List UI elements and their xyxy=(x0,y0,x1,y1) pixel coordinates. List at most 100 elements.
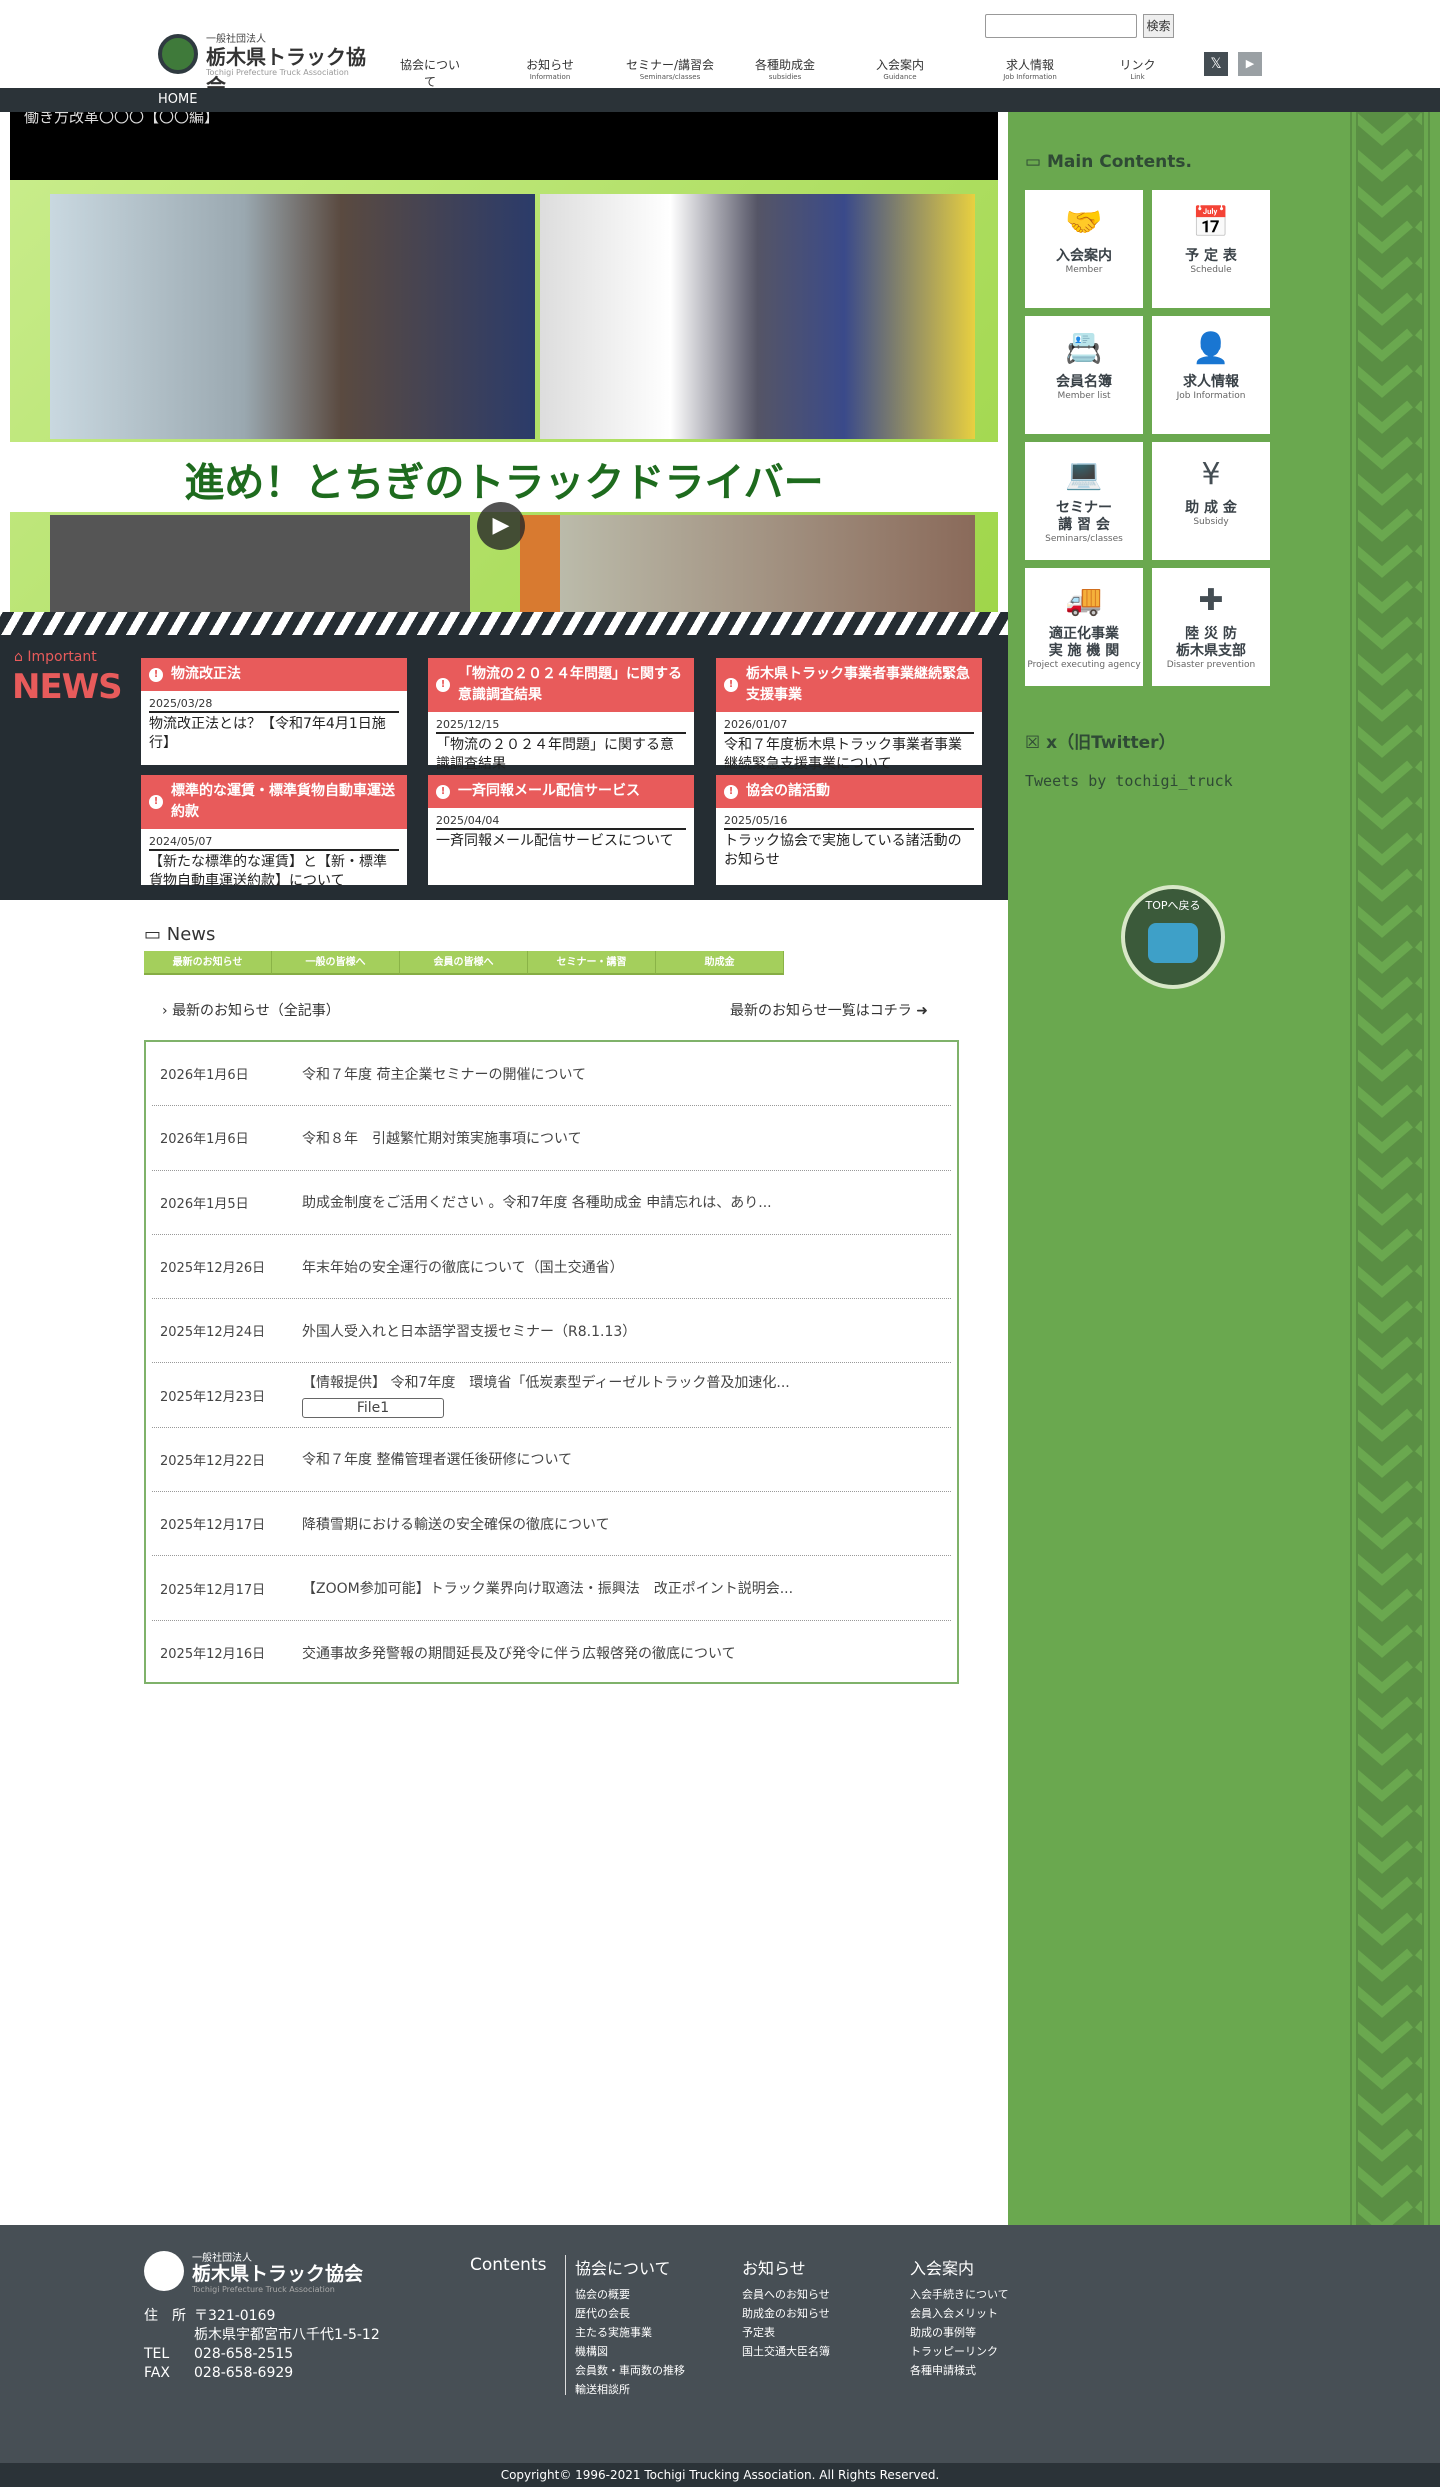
news-link[interactable]: 【ZOOM参加可能】トラック業界向け取適法・振興法 改正ポイント説明会... xyxy=(302,1581,793,1597)
card-text[interactable]: 【新たな標準的な運賃】と【新・標準貨物自動車運送約款】について xyxy=(149,853,399,891)
news-link[interactable]: 【情報提供】 令和7年度 環境省「低炭素型ディーゼルトラック普及加速化... xyxy=(302,1375,790,1391)
main-content-tile[interactable]: 📇 会員名簿 Member list xyxy=(1025,316,1143,434)
news-list-item[interactable]: 2025年12月24日 外国人受入れと日本語学習支援セミナー（R8.1.13） xyxy=(152,1299,951,1364)
news-more-link[interactable]: 最新のお知らせ一覧はコチラ ➜ xyxy=(730,1000,928,1020)
card-text[interactable]: 令和７年度栃木県トラック事業者事業継続緊急支援事業について xyxy=(724,736,974,774)
card-header: ! 協会の諸活動 xyxy=(716,775,982,808)
footer-link[interactable]: 輸送相談所 xyxy=(575,2380,685,2399)
news-tab[interactable]: 最新のお知らせ xyxy=(144,951,272,975)
card-text[interactable]: 「物流の２０２４年問題」に関する意識調査結果 xyxy=(436,736,686,774)
main-content-tile[interactable]: 📅 予 定 表 Schedule xyxy=(1152,190,1270,308)
breadcrumb-home[interactable]: HOME xyxy=(158,92,197,107)
footer-column-heading[interactable]: 入会案内 xyxy=(910,2255,1009,2279)
footer-link[interactable]: 入会手続きについて xyxy=(910,2285,1009,2304)
nav-item[interactable]: 求人情報 Job Information xyxy=(985,56,1075,86)
card-date: 2025/12/15 xyxy=(436,718,686,734)
important-news-card[interactable]: ! 「物流の２０２４年問題」に関する意識調査結果 2025/12/15 「物流の２０２… xyxy=(428,658,694,772)
footer-column-heading[interactable]: 協会について xyxy=(575,2255,685,2279)
nav-item[interactable]: セミナー/講習会 Seminars/classes xyxy=(620,56,720,86)
news-subheader-text: 最新のお知らせ（全記事） xyxy=(172,1003,340,1019)
x-logo-icon: ☒ xyxy=(1025,733,1047,753)
news-tab[interactable]: セミナー・講習 xyxy=(528,951,656,975)
truck-mascot-icon xyxy=(1148,923,1198,963)
news-list-item[interactable]: 2026年1月6日 令和７年度 荷主企業セミナーの開催について xyxy=(152,1042,951,1107)
footer-column-heading[interactable]: お知らせ xyxy=(742,2255,830,2279)
nav-item[interactable]: 入会案内 Guidance xyxy=(870,56,930,86)
news-link[interactable]: 降積雪期における輸送の安全確保の徹底について xyxy=(302,1517,610,1533)
main-content-tile[interactable]: ✚ 陸 災 防 栃木県支部 Disaster prevention xyxy=(1152,568,1270,686)
news-title-cell: 【情報提供】 令和7年度 環境省「低炭素型ディーゼルトラック普及加速化... Fi… xyxy=(302,1372,790,1419)
footer-link[interactable]: 予定表 xyxy=(742,2323,830,2342)
play-icon[interactable]: ▶ xyxy=(477,502,525,550)
footer-link[interactable]: 会員入会メリット xyxy=(910,2304,1009,2323)
main-content-tile[interactable]: 👤 求人情報 Job Information xyxy=(1152,316,1270,434)
chevron-pattern xyxy=(1352,112,1428,2225)
footer-link[interactable]: 歴代の会長 xyxy=(575,2304,685,2323)
tweets-link[interactable]: Tweets by tochigi_truck xyxy=(1025,772,1233,790)
news-tab[interactable]: 会員の皆様へ xyxy=(400,951,528,975)
important-news-card[interactable]: ! 一斉同報メール配信サービス 2025/04/04 一斉同報メール配信サービスについ… xyxy=(428,775,694,885)
main-contents-title-text: Main Contents. xyxy=(1046,152,1192,172)
file-download-button[interactable]: File1 xyxy=(302,1398,444,1419)
card-text[interactable]: トラック協会で実施している諸活動のお知らせ xyxy=(724,832,974,870)
news-link[interactable]: 令和７年度 整備管理者選任後研修について xyxy=(302,1452,572,1468)
news-list-item[interactable]: 2026年1月6日 令和８年 引越繁忙期対策実施事項について xyxy=(152,1106,951,1171)
nav-item[interactable]: お知らせ Information xyxy=(520,56,580,86)
news-list-item[interactable]: 2025年12月22日 令和７年度 整備管理者選任後研修について xyxy=(152,1428,951,1493)
nav-item[interactable]: 各種助成金 subsidies xyxy=(750,56,820,86)
main-content-tile[interactable]: 🚚 適正化事業 実 施 機 関 Project executing agency xyxy=(1025,568,1143,686)
news-list-item[interactable]: 2026年1月5日 助成金制度をご活用ください 。令和7年度 各種助成金 申請忘れ… xyxy=(152,1171,951,1235)
important-news-card[interactable]: ! 協会の諸活動 2025/05/16 トラック協会で実施している諸活動のお知らせ xyxy=(716,775,982,885)
news-list-item[interactable]: 2025年12月26日 年末年始の安全運行の徹底について（国土交通省） xyxy=(152,1235,951,1300)
footer-link[interactable]: トラッピーリンク xyxy=(910,2342,1009,2361)
news-title-cell: 外国人受入れと日本語学習支援セミナー（R8.1.13） xyxy=(302,1321,636,1341)
footer-link[interactable]: 会員へのお知らせ xyxy=(742,2285,830,2304)
search-button[interactable]: 検索 xyxy=(1143,14,1174,38)
news-tab[interactable]: 一般の皆様へ xyxy=(272,951,400,975)
news-link[interactable]: 助成金制度をご活用ください 。令和7年度 各種助成金 申請忘れは、あり... xyxy=(302,1195,772,1211)
news-link[interactable]: 令和７年度 荷主企業セミナーの開催について xyxy=(302,1067,586,1083)
main-content-tile[interactable]: ¥ 助 成 金 Subsidy xyxy=(1152,442,1270,560)
back-to-top-button[interactable]: TOPへ戻る xyxy=(1121,885,1225,989)
news-link[interactable]: 外国人受入れと日本語学習支援セミナー（R8.1.13） xyxy=(302,1324,636,1340)
footer-link[interactable]: 機構図 xyxy=(575,2342,685,2361)
card-header: ! 栃木県トラック事業者事業継続緊急支援事業 xyxy=(716,658,982,712)
card-text[interactable]: 一斉同報メール配信サービスについて xyxy=(436,832,686,851)
footer-link[interactable]: 協会の概要 xyxy=(575,2285,685,2304)
news-title-cell: 【ZOOM参加可能】トラック業界向け取適法・振興法 改正ポイント説明会... xyxy=(302,1578,793,1598)
footer-link[interactable]: 会員数・車両数の推移 xyxy=(575,2361,685,2380)
video-title[interactable]: 働き方改革〇〇〇【〇〇編】 xyxy=(24,112,219,127)
news-link[interactable]: 年末年始の安全運行の徹底について（国土交通省） xyxy=(302,1260,624,1276)
news-list-item[interactable]: 2025年12月17日 【ZOOM参加可能】トラック業界向け取適法・振興法 改正ポ… xyxy=(152,1556,951,1621)
site-logo[interactable]: 一般社団法人 栃木県トラック協会 Tochigi Prefecture Truc… xyxy=(158,30,378,98)
play-icon[interactable]: ▶ xyxy=(1238,52,1262,76)
important-news-card[interactable]: ! 栃木県トラック事業者事業継続緊急支援事業 2026/01/07 令和７年度栃木県ト… xyxy=(716,658,982,772)
news-list-item[interactable]: 2025年12月23日 【情報提供】 令和7年度 環境省「低炭素型ディーゼルトラッ… xyxy=(152,1363,951,1428)
video-player[interactable]: 働き方改革〇〇〇【〇〇編】 進め！とちぎのトラックドライバー ▶ xyxy=(10,112,998,612)
news-more-text[interactable]: 最新のお知らせ一覧はコチラ xyxy=(730,1003,912,1019)
window-icon: ▭ xyxy=(1025,152,1047,172)
news-list-item[interactable]: 2025年12月16日 交通事故多発警報の期間延長及び発令に伴う広報啓発の徹底につ… xyxy=(152,1621,951,1685)
nav-item[interactable]: 協会についてAssociation xyxy=(395,56,465,98)
main-content-tile[interactable]: 🤝 入会案内 Member xyxy=(1025,190,1143,308)
footer-link[interactable]: 各種申請様式 xyxy=(910,2361,1009,2380)
card-text[interactable]: 物流改正法とは？【令和7年4月1日施行】 xyxy=(149,715,399,753)
main-content-tile[interactable]: 💻 セミナー 講 習 会 Seminars/classes xyxy=(1025,442,1143,560)
news-link[interactable]: 交通事故多発警報の期間延長及び発令に伴う広報啓発の徹底について xyxy=(302,1646,736,1662)
news-list-item[interactable]: 2025年12月17日 降積雪期における輸送の安全確保の徹底について xyxy=(152,1492,951,1557)
important-news-card[interactable]: ! 標準的な運賃・標準貨物自動車運送約款 2024/05/07 【新たな標準的な運賃】… xyxy=(141,775,407,889)
news-date: 2026年1月6日 xyxy=(160,1068,249,1084)
x-logo-icon[interactable]: 𝕏 xyxy=(1204,52,1228,76)
video-thumbnail[interactable]: 進め！とちぎのトラックドライバー ▶ xyxy=(10,180,998,612)
news-link[interactable]: 令和８年 引越繁忙期対策実施事項について xyxy=(302,1131,582,1147)
search-input[interactable] xyxy=(985,14,1137,38)
news-tab[interactable]: 助成金 xyxy=(656,951,784,975)
footer-link[interactable]: 助成金のお知らせ xyxy=(742,2304,830,2323)
important-news-section: ⌂ Important NEWS ! 物流改正法 2025/03/28 物流改正法とは… xyxy=(0,635,1008,900)
nav-item[interactable]: リンク Link xyxy=(1110,56,1165,86)
main-contents-title: ▭ Main Contents. xyxy=(1025,152,1192,172)
footer-link[interactable]: 助成の事例等 xyxy=(910,2323,1009,2342)
important-news-card[interactable]: ! 物流改正法 2025/03/28 物流改正法とは？【令和7年4月1日施行】 xyxy=(141,658,407,765)
footer-link[interactable]: 国土交通大臣名簿 xyxy=(742,2342,830,2361)
footer-link[interactable]: 主たる実施事業 xyxy=(575,2323,685,2342)
